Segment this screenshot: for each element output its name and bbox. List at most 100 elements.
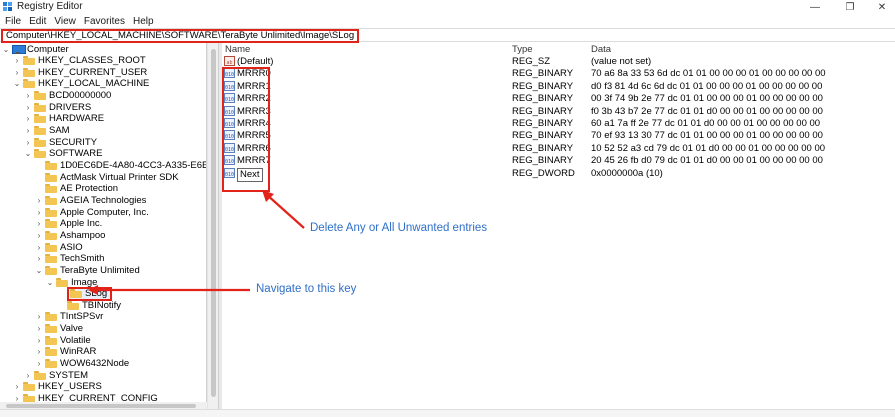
tree-item[interactable]: › AGEIA Technologies bbox=[35, 194, 147, 206]
chevron-right-icon[interactable]: › bbox=[35, 323, 43, 335]
value-row[interactable]: 010 MRRR5 REG_BINARY 70 ef 93 13 30 77 dc 0… bbox=[222, 130, 895, 142]
folder-icon bbox=[45, 172, 57, 182]
chevron-right-icon[interactable]: › bbox=[35, 194, 43, 206]
tree-item[interactable]: ⌄ HKEY_LOCAL_MACHINE bbox=[13, 78, 150, 90]
chevron-right-icon[interactable]: › bbox=[24, 101, 32, 113]
value-row[interactable]: 010 MRRR2 REG_BINARY 00 3f 74 9b 2e 77 dc 0… bbox=[222, 93, 895, 105]
menu-help[interactable]: Help bbox=[129, 15, 158, 28]
tree-item[interactable]: › Ashampoo bbox=[35, 229, 106, 241]
chevron-right-icon[interactable]: › bbox=[13, 381, 21, 393]
chevron-right-icon[interactable]: › bbox=[35, 241, 43, 253]
tree-item[interactable]: SLog bbox=[57, 286, 113, 301]
chevron-right-icon[interactable]: › bbox=[35, 334, 43, 346]
tree-item[interactable]: › HARDWARE bbox=[24, 113, 104, 125]
tree-item[interactable]: › WOW6432Node bbox=[35, 358, 130, 370]
chevron-down-icon[interactable]: ⌄ bbox=[35, 264, 43, 276]
folder-icon bbox=[45, 359, 57, 369]
tree-item[interactable]: › Valve bbox=[35, 323, 83, 335]
registry-tree: ⌄ Computer › HKEY_CLASSES_ROOT › HKEY_CURRENT… bbox=[0, 43, 207, 409]
chevron-down-icon[interactable]: ⌄ bbox=[46, 276, 54, 288]
tree-item[interactable]: › BCD00000000 bbox=[24, 90, 112, 102]
value-type: REG_BINARY bbox=[512, 93, 574, 105]
folder-icon bbox=[67, 300, 79, 310]
registry-editor-icon bbox=[3, 2, 12, 11]
value-row[interactable]: 010 MRRR0 REG_BINARY 70 a6 8a 33 53 6d dc 0… bbox=[222, 68, 895, 80]
tree-item[interactable]: › WinRAR bbox=[35, 346, 97, 358]
folder-icon bbox=[70, 289, 82, 299]
folder-icon bbox=[34, 126, 46, 136]
tree-item[interactable]: › HKEY_CURRENT_USER bbox=[13, 66, 148, 78]
value-row[interactable]: ab (Default) REG_SZ (value not set) bbox=[222, 56, 895, 68]
tree-item[interactable]: › SAM bbox=[24, 125, 70, 137]
tree-item[interactable]: ActMask Virtual Printer SDK bbox=[35, 171, 179, 183]
menu-view[interactable]: View bbox=[50, 15, 80, 28]
tree-item-label: Valve bbox=[60, 323, 84, 335]
chevron-right-icon[interactable]: › bbox=[35, 206, 43, 218]
tree-item[interactable]: ⌄ Computer bbox=[2, 43, 69, 55]
tree-item[interactable]: › SECURITY bbox=[24, 136, 97, 148]
folder-icon bbox=[45, 324, 57, 334]
chevron-right-icon[interactable]: › bbox=[24, 125, 32, 137]
column-header-data[interactable]: Data bbox=[591, 44, 611, 55]
close-button[interactable]: ✕ bbox=[862, 0, 895, 15]
tree-item-label: Volatile bbox=[60, 334, 91, 346]
minimize-button[interactable]: — bbox=[795, 0, 835, 15]
tree-item-label: 1D0EC6DE-4A80-4CC3-A335-E6E41C951198 bbox=[60, 160, 207, 171]
value-row[interactable]: 010 MRRR4 REG_BINARY 60 a1 7a ff 2e 77 dc 0… bbox=[222, 118, 895, 130]
chevron-right-icon[interactable]: › bbox=[24, 90, 32, 102]
folder-icon bbox=[34, 137, 46, 147]
tree-item[interactable]: › TechSmith bbox=[35, 253, 105, 265]
scrollbar-thumb[interactable] bbox=[6, 404, 196, 408]
tree-item[interactable]: › DRIVERS bbox=[24, 101, 92, 113]
value-row[interactable]: 010 MRRR6 REG_BINARY 10 52 52 a3 cd 79 dc 0… bbox=[222, 142, 895, 155]
chevron-right-icon[interactable]: › bbox=[35, 358, 43, 370]
address-path-input[interactable]: Computer\HKEY_LOCAL_MACHINE\SOFTWARE\Ter… bbox=[1, 29, 360, 43]
tree-item[interactable]: › HKEY_USERS bbox=[13, 381, 102, 393]
tree-item[interactable]: › HKEY_CLASSES_ROOT bbox=[13, 55, 146, 67]
value-row[interactable]: 010 Next REG_DWORD 0x0000000a (10) bbox=[222, 167, 895, 182]
tree-item[interactable]: › Apple Computer, Inc. bbox=[35, 206, 149, 218]
chevron-down-icon[interactable]: ⌄ bbox=[24, 148, 32, 160]
chevron-right-icon[interactable]: › bbox=[35, 218, 43, 230]
column-header-name[interactable]: Name bbox=[225, 44, 250, 55]
tree-item[interactable]: AE Protection bbox=[35, 183, 118, 195]
tree-item[interactable]: › ASIO bbox=[35, 241, 83, 253]
tree-item[interactable]: 1D0EC6DE-4A80-4CC3-A335-E6E41C951198 bbox=[35, 160, 207, 172]
chevron-right-icon[interactable]: › bbox=[13, 55, 21, 67]
chevron-right-icon[interactable]: › bbox=[24, 369, 32, 381]
menu-edit[interactable]: Edit bbox=[25, 15, 50, 28]
tree-item[interactable]: › Volatile bbox=[35, 334, 91, 346]
chevron-right-icon[interactable]: › bbox=[35, 253, 43, 265]
column-header-type[interactable]: Type bbox=[512, 44, 533, 55]
tree-item-label: AE Protection bbox=[60, 183, 119, 195]
folder-icon bbox=[45, 207, 57, 217]
menu-bar: File Edit View Favorites Help bbox=[0, 15, 895, 28]
tree-item[interactable]: ⌄ SOFTWARE bbox=[24, 148, 103, 160]
tree-item[interactable]: ⌄ TeraByte Unlimited bbox=[35, 264, 140, 276]
value-data: f0 3b 43 b7 2e 77 dc 01 01 d0 00 00 01 0… bbox=[591, 105, 823, 117]
chevron-right-icon[interactable]: › bbox=[24, 113, 32, 125]
tree-item[interactable]: › Apple Inc. bbox=[35, 218, 103, 230]
tree-vertical-scrollbar[interactable] bbox=[207, 43, 219, 409]
chevron-right-icon[interactable]: › bbox=[35, 229, 43, 241]
tree-item[interactable]: › SYSTEM bbox=[24, 369, 88, 381]
value-row[interactable]: 010 MRRR3 REG_BINARY f0 3b 43 b7 2e 77 dc 0… bbox=[222, 105, 895, 118]
chevron-right-icon[interactable]: › bbox=[35, 346, 43, 358]
chevron-down-icon[interactable]: ⌄ bbox=[13, 78, 21, 90]
scrollbar-thumb[interactable] bbox=[211, 49, 216, 397]
menu-favorites[interactable]: Favorites bbox=[80, 15, 129, 28]
chevron-down-icon[interactable]: ⌄ bbox=[2, 43, 10, 55]
folder-icon bbox=[34, 149, 46, 159]
folder-icon bbox=[56, 277, 68, 287]
value-row[interactable]: 010 MRRR7 REG_BINARY 20 45 26 fb d0 79 dc 0… bbox=[222, 155, 895, 167]
annotation-navigate-key: Navigate to this key bbox=[256, 283, 357, 295]
tree-item[interactable]: › TIntSPSvr bbox=[35, 311, 104, 323]
value-row[interactable]: 010 MRRR1 REG_BINARY d0 f3 81 4d 6c 6d dc 0… bbox=[222, 80, 895, 93]
value-type: REG_BINARY bbox=[512, 155, 574, 167]
menu-file[interactable]: File bbox=[0, 15, 25, 28]
chevron-right-icon[interactable]: › bbox=[13, 66, 21, 78]
folder-icon bbox=[34, 114, 46, 124]
tree-item[interactable]: TBINotify bbox=[57, 299, 121, 311]
chevron-right-icon[interactable]: › bbox=[35, 311, 43, 323]
chevron-right-icon[interactable]: › bbox=[24, 136, 32, 148]
